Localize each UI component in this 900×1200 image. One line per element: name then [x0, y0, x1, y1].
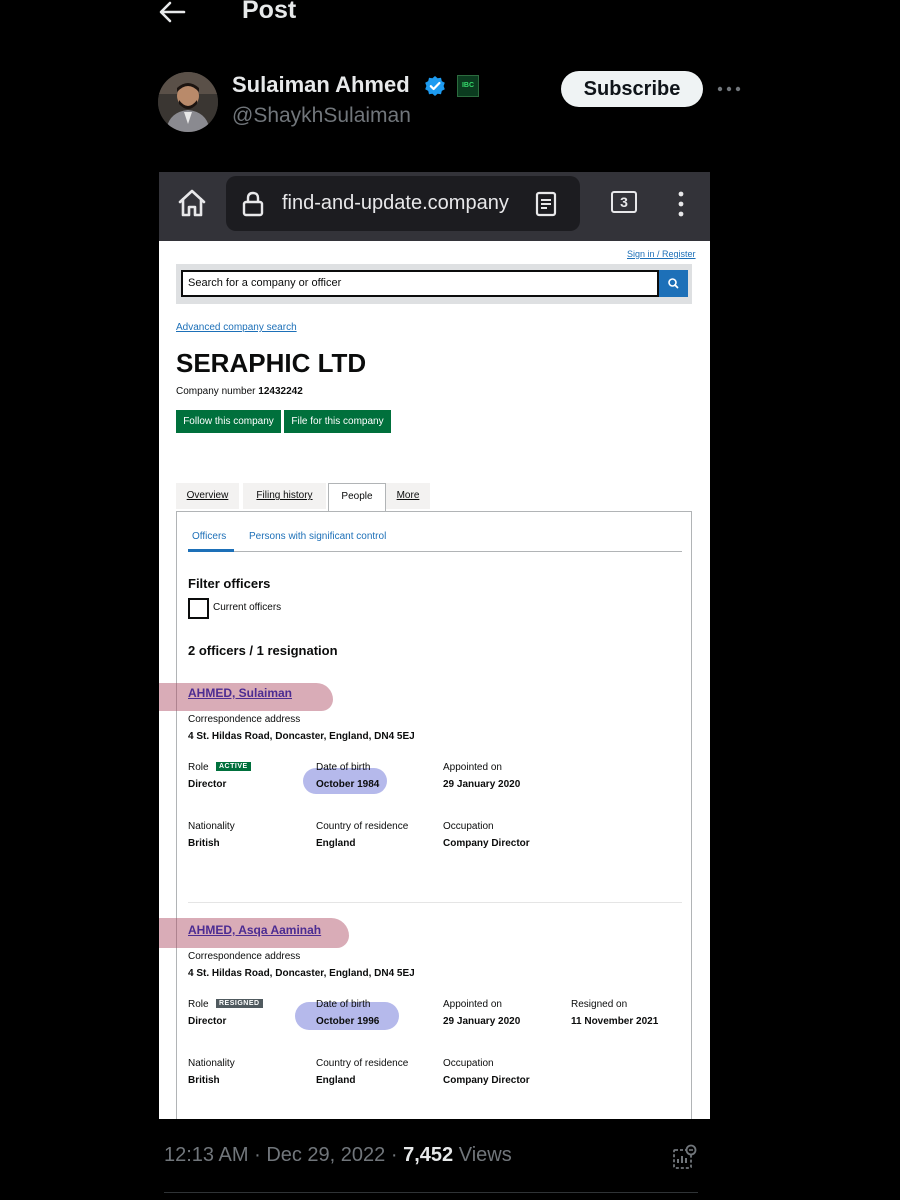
residence-label: Country of residence	[316, 1058, 409, 1069]
company-number-value: 12432242	[258, 386, 303, 397]
officer-resigned: 11 November 2021	[571, 1016, 659, 1027]
analytics-icon[interactable]	[672, 1144, 698, 1170]
role-label: Role	[188, 762, 209, 773]
author-name[interactable]: Sulaiman Ahmed	[232, 72, 410, 98]
officer-name-link[interactable]: AHMED, Asqa Aaminah	[188, 923, 321, 937]
address-bar[interactable]: find-and-update.company	[226, 176, 580, 231]
subtab-officers[interactable]: Officers	[192, 531, 226, 542]
officer-address: 4 St. Hildas Road, Doncaster, England, D…	[188, 968, 415, 979]
url-text[interactable]: find-and-update.company	[282, 192, 514, 215]
lock-icon	[242, 191, 264, 217]
officer-divider	[188, 902, 682, 903]
dob-label: Date of birth	[316, 999, 371, 1010]
post-time[interactable]: 12:13 AM	[164, 1144, 249, 1166]
subscribe-button[interactable]: Subscribe	[561, 71, 703, 107]
officer-appointed: 29 January 2020	[443, 779, 521, 790]
current-officers-checkbox[interactable]	[188, 598, 209, 619]
views-label: Views	[458, 1144, 512, 1166]
search-button[interactable]	[659, 270, 688, 297]
reader-mode-icon[interactable]	[535, 191, 557, 217]
separator-dot: ·	[254, 1144, 261, 1166]
affiliate-badge-icon[interactable]: IBC	[457, 75, 479, 97]
tab-overview[interactable]: Overview	[176, 483, 239, 509]
officer-occupation: Company Director	[443, 1075, 530, 1086]
correspondence-label: Correspondence address	[188, 714, 301, 725]
subtab-active-indicator	[188, 549, 234, 552]
advanced-search-link[interactable]: Advanced company search	[176, 322, 297, 333]
post-date[interactable]: Dec 29, 2022	[266, 1144, 385, 1166]
occupation-label: Occupation	[443, 821, 494, 832]
avatar[interactable]	[158, 72, 218, 132]
officer-occupation: Company Director	[443, 838, 530, 849]
home-icon[interactable]	[176, 188, 208, 218]
appointed-label: Appointed on	[443, 762, 502, 773]
footer-divider	[164, 1192, 698, 1193]
back-arrow-icon[interactable]	[158, 0, 186, 24]
occupation-label: Occupation	[443, 1058, 494, 1069]
tab-filing-history[interactable]: Filing history	[243, 483, 326, 509]
officer-role: Director	[188, 1016, 227, 1027]
search-bar: Search for a company or officer	[176, 264, 692, 304]
dob-label: Date of birth	[316, 762, 371, 773]
officers-count: 2 officers / 1 resignation	[188, 643, 338, 658]
company-number: Company number 12432242	[176, 386, 303, 397]
role-label: Role	[188, 999, 209, 1010]
status-badge: ACTIVE	[216, 762, 251, 771]
sign-in-link[interactable]: Sign in / Register	[627, 249, 696, 259]
officer-appointed: 29 January 2020	[443, 1016, 521, 1027]
officer-residence: England	[316, 838, 356, 849]
officer-name-link[interactable]: AHMED, Sulaiman	[188, 686, 292, 700]
post-timestamp: 12:13 AM · Dec 29, 2022 · 7,452 Views	[164, 1144, 512, 1167]
verified-badge-icon[interactable]	[424, 75, 446, 97]
filter-title: Filter officers	[188, 576, 271, 591]
company-number-label: Company number	[176, 386, 256, 397]
nationality-label: Nationality	[188, 821, 235, 832]
views-count: 7,452	[403, 1144, 454, 1166]
file-for-company-button[interactable]: File for this company	[284, 410, 391, 433]
search-icon	[668, 278, 679, 289]
tab-more[interactable]: More	[386, 483, 430, 509]
tab-switcher-icon[interactable]: 3	[611, 191, 637, 213]
follow-company-button[interactable]: Follow this company	[176, 410, 281, 433]
correspondence-label: Correspondence address	[188, 951, 301, 962]
officer-nationality: British	[188, 1075, 220, 1086]
officer-dob: October 1996	[316, 1016, 380, 1027]
author-handle[interactable]: @ShaykhSulaiman	[232, 104, 411, 128]
officer-address: 4 St. Hildas Road, Doncaster, England, D…	[188, 731, 415, 742]
officer-residence: England	[316, 1075, 356, 1086]
company-name: SERAPHIC LTD	[176, 348, 367, 378]
page-title: Post	[242, 0, 297, 24]
status-badge: RESIGNED	[216, 999, 263, 1008]
browser-menu-icon[interactable]	[677, 190, 685, 218]
resigned-label: Resigned on	[571, 999, 628, 1010]
appointed-label: Appointed on	[443, 999, 502, 1010]
avatar-person-icon	[158, 72, 218, 132]
search-input[interactable]: Search for a company or officer	[181, 270, 659, 297]
people-panel: Officers Persons with significant contro…	[159, 511, 692, 1119]
officer-dob: October 1984	[316, 779, 380, 790]
residence-label: Country of residence	[316, 821, 409, 832]
subtab-psc[interactable]: Persons with significant control	[249, 531, 386, 542]
subtab-divider	[188, 551, 682, 552]
officer-nationality: British	[188, 838, 220, 849]
separator-dot: ·	[390, 1144, 398, 1166]
officer-role: Director	[188, 779, 227, 790]
current-officers-label[interactable]: Current officers	[213, 602, 281, 613]
browser-toolbar: find-and-update.company 3	[159, 172, 710, 241]
more-options-icon[interactable]	[716, 78, 742, 100]
attached-screenshot[interactable]: find-and-update.company 3 Sign in / Regi…	[159, 172, 710, 1119]
tab-people[interactable]: People	[328, 483, 386, 511]
nationality-label: Nationality	[188, 1058, 235, 1069]
